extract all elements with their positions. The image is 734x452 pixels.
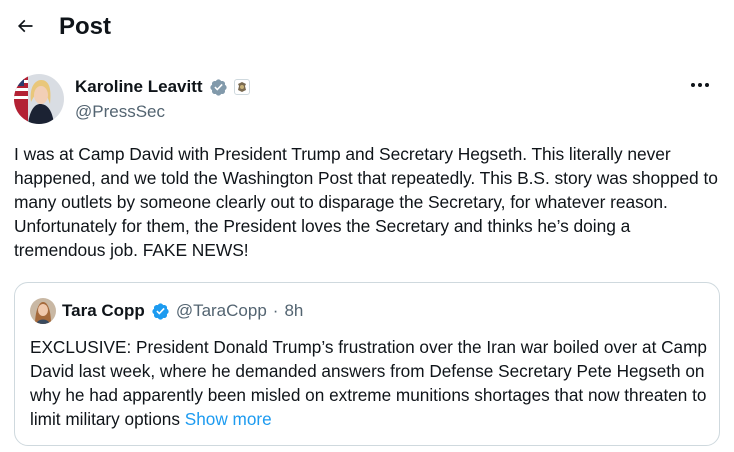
post-text: I was at Camp David with President Trump…	[14, 144, 718, 260]
avatar[interactable]	[14, 74, 64, 124]
quoted-timestamp[interactable]: 8h	[284, 300, 303, 322]
show-more-link[interactable]: Show more	[185, 409, 272, 429]
quoted-post-text: EXCLUSIVE: President Donald Trump’s frus…	[30, 335, 710, 431]
quoted-post-card[interactable]: Tara Copp @TaraCopp · 8h EXCLUSIVE: Pres…	[14, 282, 720, 446]
quoted-text-body: EXCLUSIVE: President Donald Trump’s frus…	[30, 337, 707, 429]
post-header: Post	[0, 0, 734, 53]
more-options-button[interactable]	[686, 74, 714, 96]
blue-check-badge-icon	[152, 302, 169, 320]
author-handle[interactable]: @PressSec	[75, 101, 165, 123]
government-seal-icon	[233, 79, 250, 95]
quoted-avatar[interactable]	[30, 298, 56, 324]
gray-check-badge-icon	[209, 78, 227, 96]
more-dots-icon	[691, 83, 709, 87]
page-title: Post	[59, 13, 112, 40]
quoted-post-header: Tara Copp @TaraCopp · 8h	[30, 298, 303, 324]
post-author: Karoline Leavitt @PressSec	[14, 74, 722, 126]
quoted-display-name[interactable]: Tara Copp	[62, 300, 145, 322]
back-button[interactable]	[10, 11, 40, 41]
meta-separator: ·	[272, 301, 279, 320]
author-display-name[interactable]: Karoline Leavitt	[75, 76, 203, 98]
author-name-line: Karoline Leavitt	[75, 76, 250, 98]
quoted-handle[interactable]: @TaraCopp	[176, 300, 267, 322]
arrow-left-icon	[17, 19, 33, 33]
